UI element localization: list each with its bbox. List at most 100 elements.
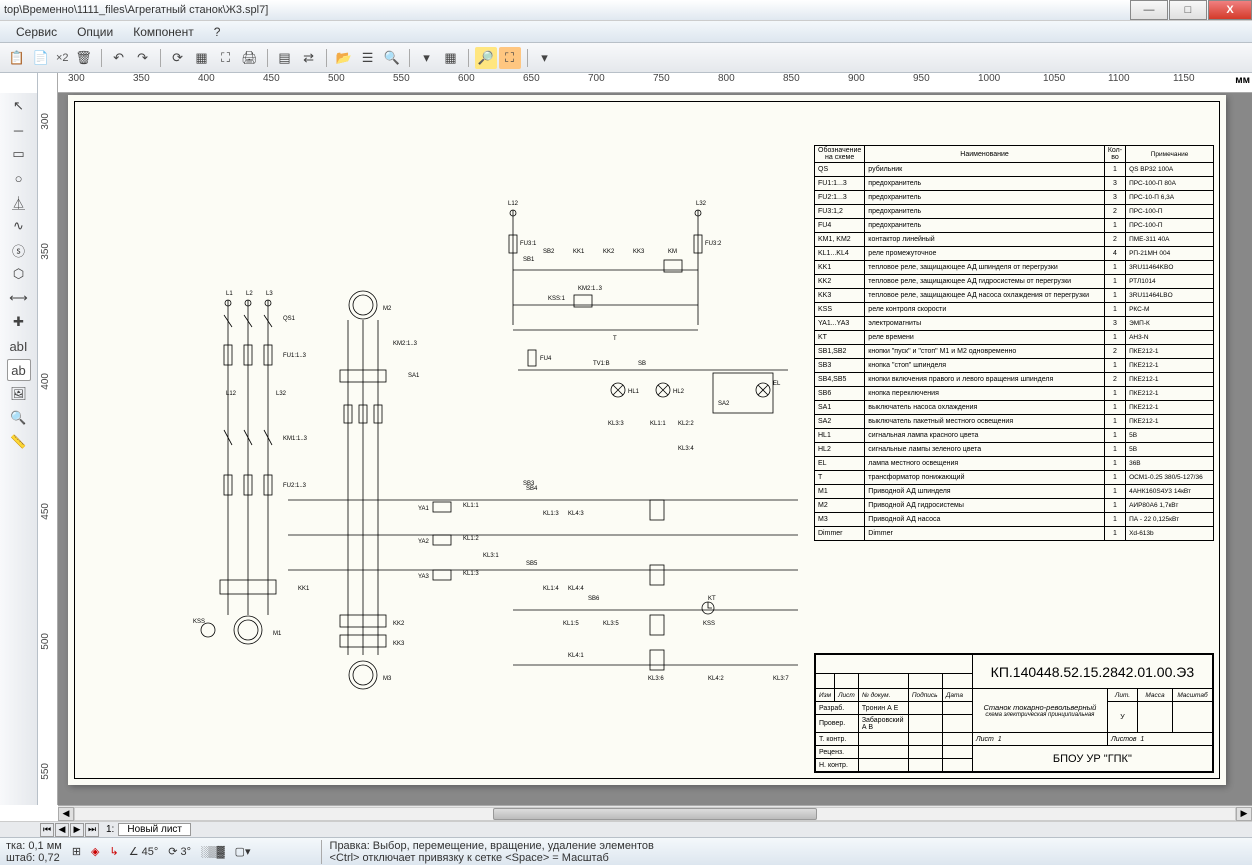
svg-text:KL1:3: KL1:3: [463, 571, 479, 577]
svg-text:KL3:4: KL3:4: [678, 446, 694, 452]
snap-icon[interactable]: ◈: [91, 845, 99, 858]
svg-text:KSS: KSS: [703, 621, 715, 627]
list-icon[interactable]: ☰: [357, 47, 379, 69]
text-icon[interactable]: abI: [7, 335, 31, 357]
tab-next-icon[interactable]: ▶: [70, 823, 84, 837]
svg-text:L2: L2: [246, 291, 253, 297]
layer-icon[interactable]: ▾: [534, 47, 556, 69]
redo-icon[interactable]: ↷: [132, 47, 154, 69]
dropdown-icon[interactable]: ▢▾: [235, 845, 251, 858]
svg-text:KL1:2: KL1:2: [463, 536, 479, 542]
tab-last-icon[interactable]: ⏭: [85, 823, 99, 837]
line-icon[interactable]: ─: [7, 119, 31, 141]
parts-col-ref: Обозначение на схеме: [815, 146, 865, 163]
palette-icon[interactable]: ░▒▓: [201, 846, 225, 858]
doc-number: КП.140448.52.15.2842.01.00.Э3: [972, 655, 1212, 689]
polygon-icon[interactable]: ⬡: [7, 263, 31, 285]
parts-col-note: Примечание: [1126, 146, 1214, 163]
sheet-number: 1:: [106, 824, 114, 835]
window-title: top\Временно\1111_files\Агрегатный стано…: [0, 4, 1129, 16]
measure-icon[interactable]: 📏: [7, 431, 31, 453]
svg-text:KL1:1: KL1:1: [650, 421, 666, 427]
angle-value: 45°: [142, 846, 159, 858]
image-icon[interactable]: 🖼: [7, 383, 31, 405]
svg-text:KK3: KK3: [393, 641, 405, 647]
sheet-tabbar: ⏮ ◀ ▶ ⏭ 1: Новый лист: [0, 821, 1252, 837]
window-controls: — □ X: [1129, 0, 1252, 20]
refresh-icon[interactable]: ⟳: [167, 47, 189, 69]
svg-text:KK2: KK2: [393, 621, 405, 627]
copy-icon[interactable]: 📋: [6, 47, 28, 69]
mirror-h-icon[interactable]: ⇄: [298, 47, 320, 69]
title-block: КП.140448.52.15.2842.01.00.Э3 Изм Лист №…: [814, 653, 1214, 773]
scroll-thumb[interactable]: [493, 808, 818, 820]
menu-component[interactable]: Компонент: [123, 23, 204, 41]
rect-icon[interactable]: ▭: [7, 143, 31, 165]
break-icon[interactable]: ⛶: [215, 47, 237, 69]
table-row: SB6кнопка переключения1ПКЕ212-1: [815, 387, 1214, 401]
pointer-icon[interactable]: ↖: [7, 95, 31, 117]
svg-text:EL: EL: [773, 381, 781, 387]
svg-text:L32: L32: [696, 201, 707, 207]
scroll-left-icon[interactable]: ◀: [58, 807, 74, 821]
node-icon[interactable]: ✚: [7, 311, 31, 333]
tab-first-icon[interactable]: ⏮: [40, 823, 54, 837]
rotate-icon: ⟳: [168, 845, 177, 858]
menu-help[interactable]: ?: [204, 23, 231, 41]
ruler-vertical: 300350400450500550: [38, 93, 58, 805]
svg-text:T: T: [613, 336, 617, 342]
svg-text:KL3:1: KL3:1: [483, 553, 499, 559]
circle-icon[interactable]: ○: [7, 167, 31, 189]
svg-text:SA2: SA2: [718, 401, 730, 407]
h-scrollbar[interactable]: ◀ ▶: [58, 805, 1252, 821]
paste-icon[interactable]: 📄: [30, 47, 52, 69]
dangle-value: 3°: [180, 846, 191, 858]
table-icon[interactable]: ▦: [440, 47, 462, 69]
find-icon[interactable]: 🔍: [381, 47, 403, 69]
svg-text:QS1: QS1: [283, 316, 296, 322]
zoom-all-icon[interactable]: ⛶: [499, 47, 521, 69]
close-button[interactable]: X: [1208, 0, 1252, 20]
svg-text:KK1: KK1: [573, 249, 585, 255]
curve-icon[interactable]: ∿: [7, 215, 31, 237]
text2-icon[interactable]: ab: [7, 359, 31, 381]
svg-text:SB2: SB2: [543, 249, 555, 255]
zoom-window-icon[interactable]: 🔎: [475, 47, 497, 69]
sheet-tab[interactable]: Новый лист: [118, 823, 191, 836]
dimension-icon[interactable]: ⟷: [7, 287, 31, 309]
drawing-sheet: L1 L2 L3 QS1 FU1:1..3 L12 L32: [68, 95, 1226, 785]
grid-toggle-icon[interactable]: ⊞: [72, 845, 81, 858]
tab-prev-icon[interactable]: ◀: [55, 823, 69, 837]
open-icon[interactable]: 📂: [333, 47, 355, 69]
organization: БПОУ УР "ГПК": [972, 746, 1212, 772]
svg-text:FU3:1: FU3:1: [520, 241, 537, 247]
svg-text:SB: SB: [638, 361, 646, 367]
polyline-icon[interactable]: ⏅: [7, 191, 31, 213]
svg-text:HL1: HL1: [628, 389, 640, 395]
undo-icon[interactable]: ↶: [108, 47, 130, 69]
table-row: KK1тепловое реле, защищающее АД шпинделя…: [815, 261, 1214, 275]
minimize-button[interactable]: —: [1130, 0, 1168, 20]
svg-text:SB5: SB5: [526, 561, 538, 567]
canvas[interactable]: L1 L2 L3 QS1 FU1:1..3 L12 L32: [58, 93, 1252, 805]
table-row: KM1, KM2контактор линейный2ПМЕ-311 40А: [815, 233, 1214, 247]
menu-service[interactable]: Сервис: [6, 23, 67, 41]
grid-dropdown-icon[interactable]: ▾: [416, 47, 438, 69]
maximize-button[interactable]: □: [1169, 0, 1207, 20]
ortho-icon[interactable]: ↳: [110, 845, 119, 858]
delete-icon[interactable]: 🗑: [73, 47, 95, 69]
svg-text:L12: L12: [226, 391, 237, 397]
svg-text:KL4:4: KL4:4: [568, 586, 584, 592]
scroll-right-icon[interactable]: ▶: [1236, 807, 1252, 821]
svg-text:M3: M3: [383, 676, 392, 682]
svg-text:KL4:1: KL4:1: [568, 653, 584, 659]
menu-options[interactable]: Опции: [67, 23, 123, 41]
scale-value: 0,72: [38, 852, 59, 864]
table-row: FU1:1...3предохранитель3ПРС-100-П 80А: [815, 177, 1214, 191]
svg-text:SB4: SB4: [526, 486, 538, 492]
group-icon[interactable]: ▦: [191, 47, 213, 69]
bezier-icon[interactable]: ⓢ: [7, 239, 31, 261]
zoom-icon[interactable]: 🔍: [7, 407, 31, 429]
align-icon[interactable]: ▤: [274, 47, 296, 69]
print-icon[interactable]: 🖨: [239, 47, 261, 69]
